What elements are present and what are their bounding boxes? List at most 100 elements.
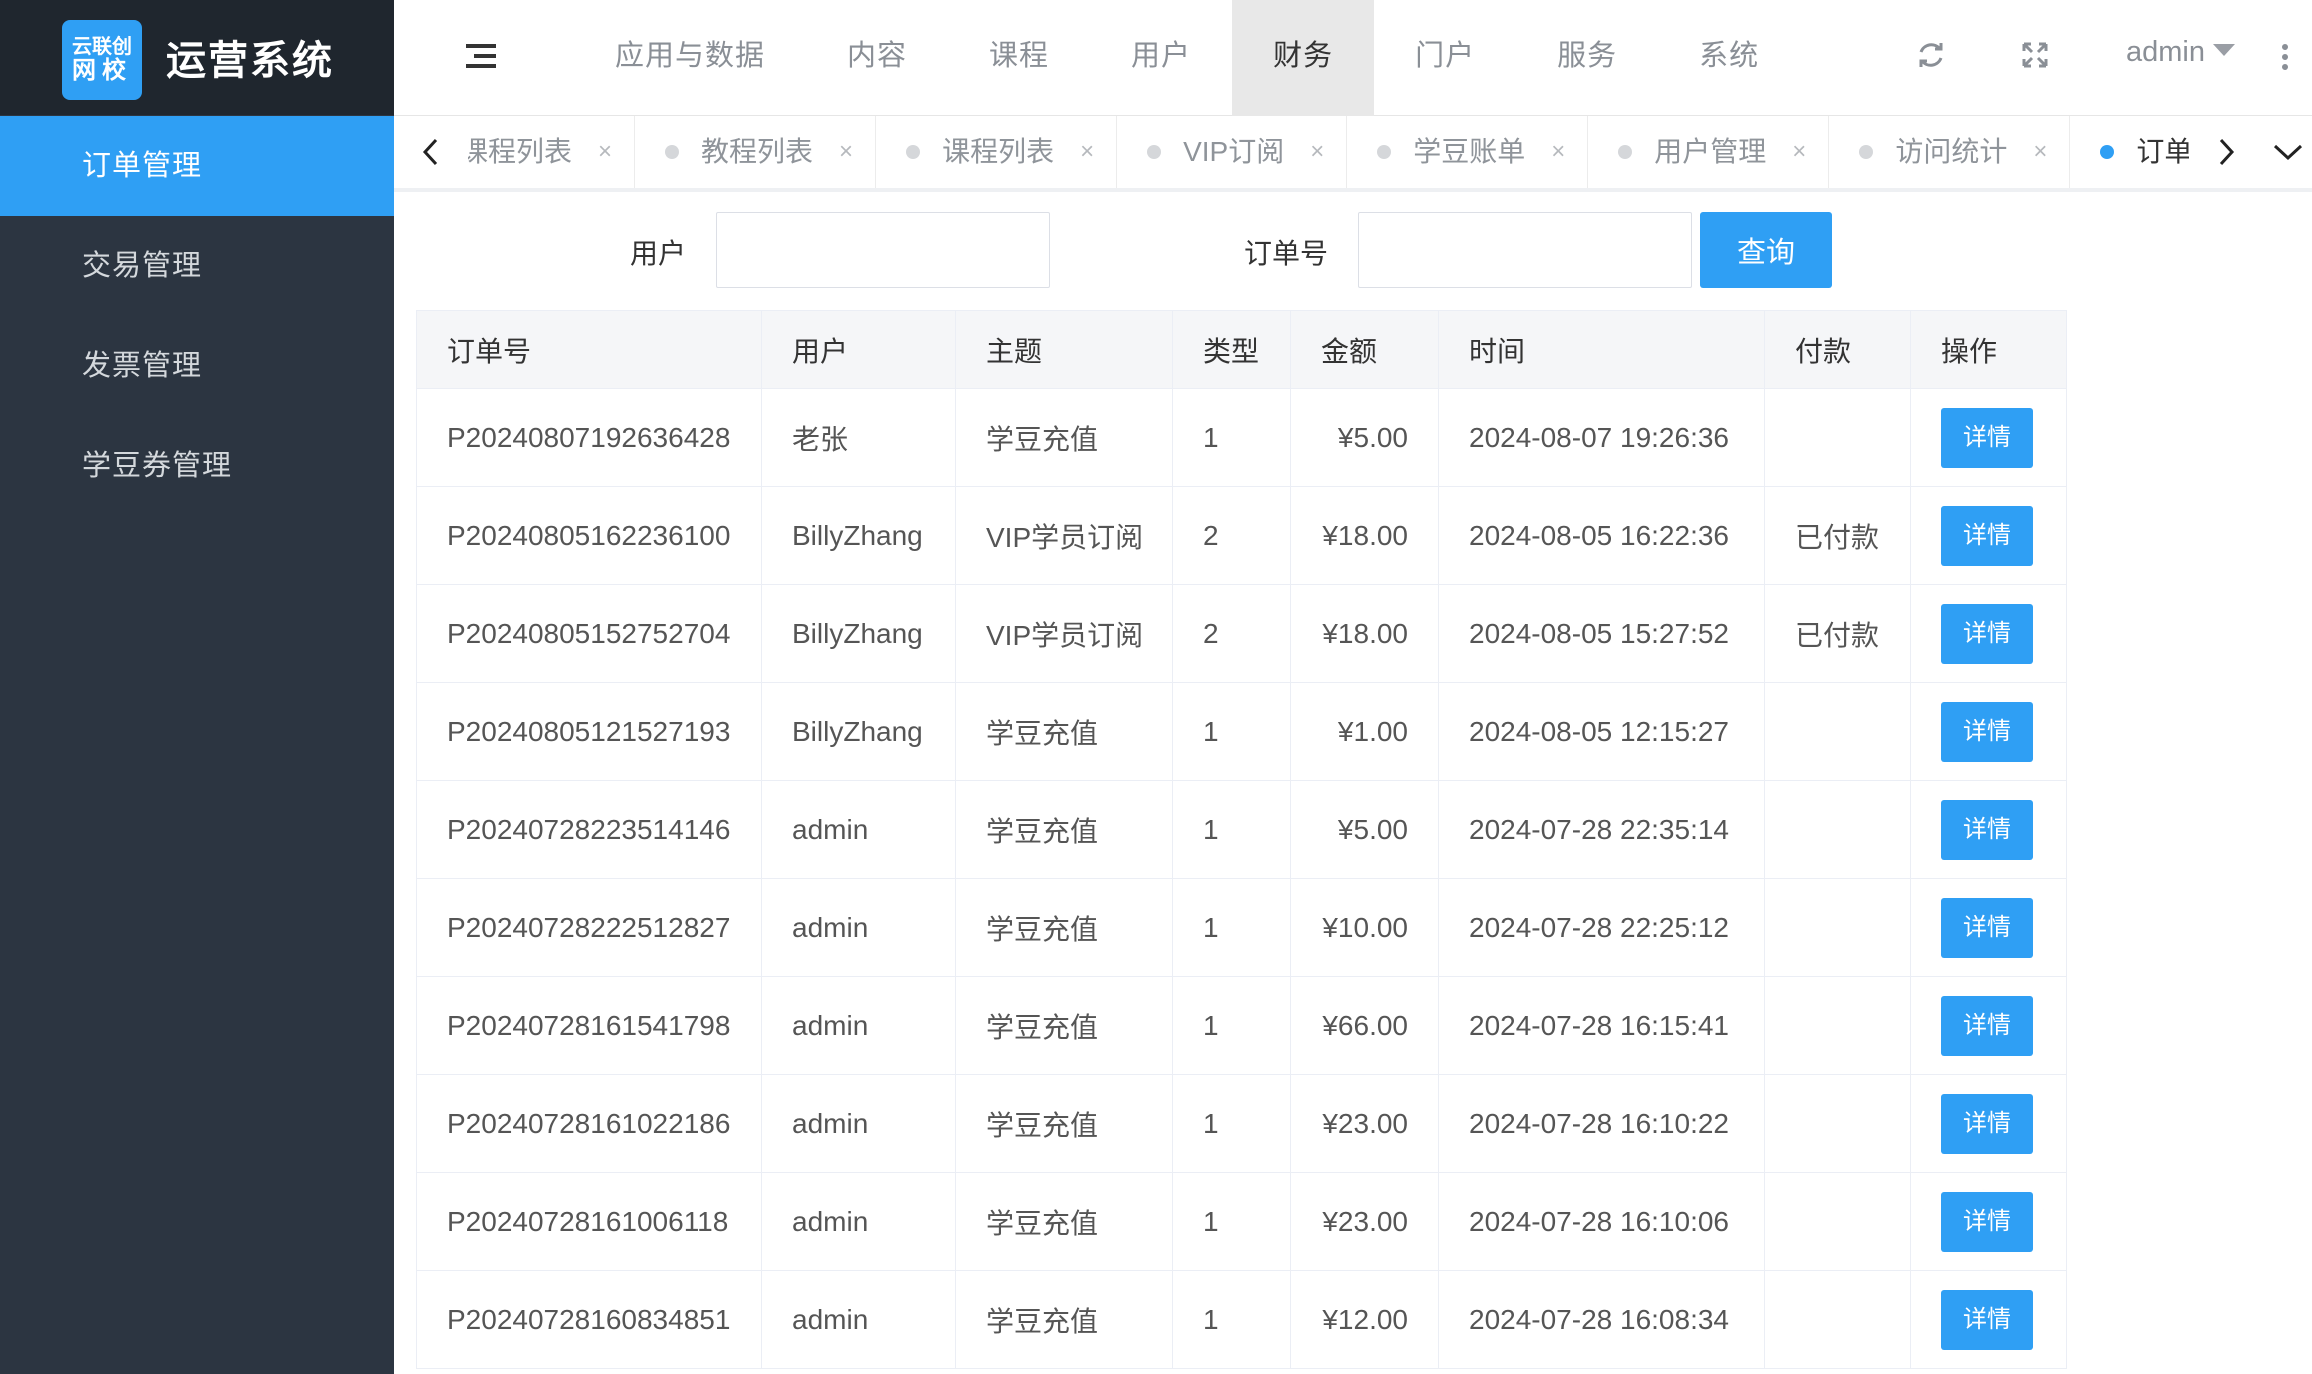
top-nav-services[interactable]: 服务 xyxy=(1516,0,1658,116)
cell-actions: 详情 xyxy=(1910,976,2067,1075)
table-row: P20240807192636428 老张 学豆充值 1 ¥5.00 2024-… xyxy=(416,388,2067,487)
cell-user: admin xyxy=(761,976,956,1075)
tab-course-list-2[interactable]: 课程列表 × xyxy=(876,116,1118,188)
sidebar-item-transaction-management[interactable]: 交易管理 xyxy=(0,216,394,316)
cell-type: 1 xyxy=(1172,1172,1291,1271)
detail-button[interactable]: 详情 xyxy=(1941,603,2033,664)
close-icon[interactable]: × xyxy=(1551,116,1565,188)
detail-button[interactable]: 详情 xyxy=(1941,897,2033,958)
column-header-amount: 金额 xyxy=(1290,310,1439,389)
query-button[interactable]: 查询 xyxy=(1700,212,1832,288)
tabs-scroll-left-icon[interactable] xyxy=(394,116,468,188)
cell-user: BillyZhang xyxy=(761,584,956,683)
top-nav-system[interactable]: 系统 xyxy=(1658,0,1800,116)
tab-bean-bill[interactable]: 学豆账单 × xyxy=(1347,116,1589,188)
column-header-subject: 主题 xyxy=(955,310,1173,389)
tabs-scroll-area: 课程列表 × 教程列表 × 课程列表 × VIP订阅 × 学豆账单 × 用户管理 × 访问统… xyxy=(468,116,2189,188)
logo-line2: 网校 xyxy=(72,56,132,84)
logo-line1: 云联创 xyxy=(72,35,132,58)
cell-subject: 学豆充值 xyxy=(955,1074,1173,1173)
close-icon[interactable]: × xyxy=(1310,116,1324,188)
detail-button[interactable]: 详情 xyxy=(1941,407,2033,468)
tab-label: 用户管理 xyxy=(1654,136,1767,167)
menu-toggle-icon[interactable] xyxy=(466,44,496,68)
tab-status-dot xyxy=(1859,145,1874,159)
cell-time: 2024-08-05 16:22:36 xyxy=(1438,486,1765,585)
cell-actions: 详情 xyxy=(1910,388,2067,487)
table-row: P20240728161006118 admin 学豆充值 1 ¥23.00 2… xyxy=(416,1172,2067,1271)
top-nav-finance[interactable]: 财务 xyxy=(1232,0,1375,116)
tabs-dropdown-chevron-icon[interactable] xyxy=(2263,116,2312,188)
cell-time: 2024-07-28 16:10:22 xyxy=(1438,1074,1765,1173)
detail-button[interactable]: 详情 xyxy=(1941,995,2033,1056)
brand-header: 云联创 网校 运营系统 xyxy=(0,0,394,115)
detail-button[interactable]: 详情 xyxy=(1941,701,2033,762)
cell-time: 2024-07-28 22:25:12 xyxy=(1438,878,1765,977)
detail-button[interactable]: 详情 xyxy=(1941,1191,2033,1252)
order-filter-input[interactable] xyxy=(1358,212,1692,288)
cell-actions: 详情 xyxy=(1910,682,2067,781)
cell-actions: 详情 xyxy=(1910,1270,2067,1369)
cell-subject: VIP学员订阅 xyxy=(955,486,1173,585)
sidebar-item-label: 交易管理 xyxy=(82,250,203,282)
tab-order-management[interactable]: 订单管理× xyxy=(2070,116,2189,188)
cell-paid xyxy=(1764,388,1911,487)
cell-user: admin xyxy=(761,1074,956,1173)
tab-label: 教程列表 xyxy=(701,136,814,167)
cell-amount: ¥1.00 xyxy=(1290,682,1439,781)
close-icon[interactable]: × xyxy=(2033,116,2047,188)
close-icon[interactable]: × xyxy=(839,116,853,188)
tab-visit-stats[interactable]: 访问统计 × xyxy=(1829,116,2071,188)
top-nav-portal[interactable]: 门户 xyxy=(1374,0,1516,116)
user-menu[interactable]: admin xyxy=(2126,36,2235,69)
cell-subject: 学豆充值 xyxy=(955,878,1173,977)
cell-subject: VIP学员订阅 xyxy=(955,584,1173,683)
tab-label: 访问统计 xyxy=(1895,136,2008,167)
tab-label: 课程列表 xyxy=(468,136,573,167)
refresh-icon[interactable] xyxy=(1914,40,1948,74)
top-nav-content[interactable]: 内容 xyxy=(806,0,948,116)
cell-order: P20240728161541798 xyxy=(416,976,762,1075)
cell-order: P20240728160834851 xyxy=(416,1270,762,1369)
column-header-actions: 操作 xyxy=(1910,310,2067,389)
close-icon[interactable]: × xyxy=(598,116,612,188)
sidebar-item-coupon-management[interactable]: 学豆券管理 xyxy=(0,416,394,516)
tab-vip-subscription[interactable]: VIP订阅 × xyxy=(1117,116,1348,188)
cell-amount: ¥66.00 xyxy=(1290,976,1439,1075)
fullscreen-icon[interactable] xyxy=(2018,40,2052,74)
cell-type: 1 xyxy=(1172,388,1291,487)
cell-paid xyxy=(1764,1074,1911,1173)
tab-label: 课程列表 xyxy=(942,136,1055,167)
user-filter-input[interactable] xyxy=(716,212,1050,288)
detail-button[interactable]: 详情 xyxy=(1941,1289,2033,1350)
detail-button[interactable]: 详情 xyxy=(1941,799,2033,860)
cell-amount: ¥18.00 xyxy=(1290,584,1439,683)
detail-button[interactable]: 详情 xyxy=(1941,505,2033,566)
tab-course-list-1[interactable]: 课程列表 × xyxy=(468,116,636,188)
more-vertical-icon[interactable] xyxy=(2282,40,2290,74)
close-icon[interactable]: × xyxy=(1080,116,1094,188)
table-row: P20240728161541798 admin 学豆充值 1 ¥66.00 2… xyxy=(416,976,2067,1075)
cell-amount: ¥18.00 xyxy=(1290,486,1439,585)
tab-status-dot xyxy=(1377,145,1392,159)
tab-user-management[interactable]: 用户管理 × xyxy=(1588,116,1830,188)
sidebar-item-order-management[interactable]: 订单管理 xyxy=(0,116,394,216)
close-icon[interactable]: × xyxy=(1792,116,1806,188)
app-logo[interactable]: 云联创 网校 xyxy=(62,20,142,100)
top-nav-users[interactable]: 用户 xyxy=(1090,0,1232,116)
cell-paid xyxy=(1764,976,1911,1075)
cell-amount: ¥12.00 xyxy=(1290,1270,1439,1369)
table-row: P20240805152752704 BillyZhang VIP学员订阅 2 … xyxy=(416,584,2067,683)
detail-button[interactable]: 详情 xyxy=(1941,1093,2033,1154)
cell-order: P20240728161006118 xyxy=(416,1172,762,1271)
tabs-scroll-right-icon[interactable] xyxy=(2189,116,2263,188)
sidebar-item-invoice-management[interactable]: 发票管理 xyxy=(0,316,394,416)
top-nav-apps-data[interactable]: 应用与数据 xyxy=(574,0,806,116)
cell-time: 2024-08-07 19:26:36 xyxy=(1438,388,1765,487)
cell-subject: 学豆充值 xyxy=(955,976,1173,1075)
orders-table: 订单号 用户 主题 类型 金额 时间 付款 操作 P20240807192636… xyxy=(416,310,2067,1369)
tab-label: 学豆账单 xyxy=(1413,136,1526,167)
search-form: 用户 订单号 查询 xyxy=(394,192,2312,312)
top-nav-courses[interactable]: 课程 xyxy=(948,0,1090,116)
tab-tutorial-list[interactable]: 教程列表 × xyxy=(635,116,877,188)
